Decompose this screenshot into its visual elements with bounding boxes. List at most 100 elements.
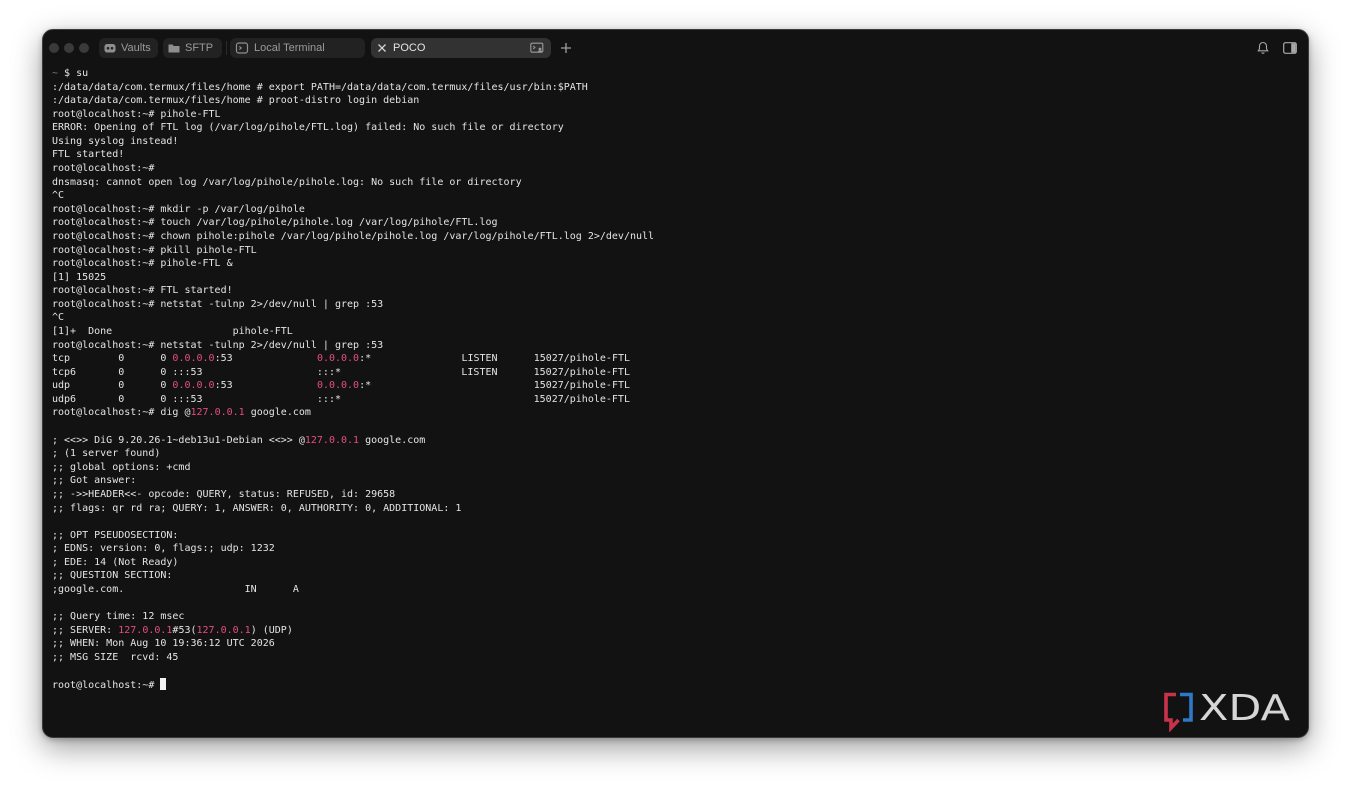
terminal-text: ^C (52, 190, 65, 202)
terminal-line: ; <<>> DiG 9.20.26-1~deb13u1-Debian <<>>… (52, 434, 1292, 448)
terminal-line: Using syslog instead! (52, 135, 1292, 149)
terminal-line: ;; OPT PSEUDOSECTION: (52, 529, 1292, 543)
terminal-line: ;; MSG SIZE rcvd: 45 (52, 651, 1292, 665)
sidebar-toggle-icon[interactable] (1283, 42, 1297, 54)
vault-icon (103, 41, 117, 55)
terminal-text: :53 (214, 380, 317, 392)
terminal-line: root@localhost:~# mkdir -p /var/log/piho… (52, 203, 1292, 217)
terminal-text: ;; OPT PSEUDOSECTION: (52, 529, 179, 541)
terminal-line: FTL started! (52, 148, 1292, 162)
terminal-line: ;; WHEN: Mon Aug 10 19:36:12 UTC 2026 (52, 637, 1292, 651)
terminal-text: ; <<>> DiG 9.20.26-1~deb13u1-Debian <<>>… (52, 434, 305, 446)
xda-bracket-icon (1164, 692, 1193, 732)
terminal-text: :/data/data/com.termux/files/home # proo… (52, 95, 420, 107)
terminal-line: tcp 0 0 0.0.0.0:53 0.0.0.0:* LISTEN 1502… (52, 352, 1292, 366)
terminal-text: ;; global options: +cmd (52, 461, 191, 473)
terminal-text: root@localhost:~# touch /var/log/pihole/… (52, 217, 498, 229)
terminal-text: root@localhost:~# netstat -tulnp 2>/dev/… (52, 339, 384, 351)
terminal-text: root@localhost:~# pihole-FTL (52, 108, 221, 120)
xda-logo: XDA (1164, 688, 1290, 732)
terminal-line: ;google.com. IN A (52, 583, 1292, 597)
terminal-text: #53( (172, 624, 197, 636)
terminal-line: root@localhost:~# pihole-FTL & (52, 257, 1292, 271)
terminal-line: tcp6 0 0 :::53 :::* LISTEN 15027/pihole-… (52, 366, 1292, 380)
xda-wordmark: XDA (1199, 688, 1290, 729)
terminal-text: root@localhost:~# chown pihole:pihole /v… (52, 230, 655, 242)
terminal-text: ;; MSG SIZE rcvd: 45 (52, 651, 179, 663)
terminal-line: ;; QUESTION SECTION: (52, 569, 1292, 583)
terminal-line: [1]+ Done pihole-FTL (52, 325, 1292, 339)
tab-sftp[interactable]: SFTP (163, 38, 222, 58)
terminal-line: root@localhost:~# netstat -tulnp 2>/dev/… (52, 298, 1292, 312)
bell-icon[interactable] (1257, 41, 1269, 55)
terminal-text: [1] 15025 (52, 271, 107, 283)
terminal-line: udp 0 0 0.0.0.0:53 0.0.0.0:* 15027/pihol… (52, 379, 1292, 393)
terminal-text: udp6 0 0 :::53 :::* 15027/pihole-FTL (52, 393, 630, 405)
terminal-window: Vaults SFTP Local Terminal POCO ~ $ su:… (42, 29, 1309, 738)
terminal-line: root@localhost:~# touch /var/log/pihole/… (52, 216, 1292, 230)
terminal-text: root@localhost:~# mkdir -p /var/log/piho… (52, 203, 305, 215)
terminal-text: ;; SERVER: (52, 624, 119, 636)
terminal-line: root@localhost:~# FTL started! (52, 284, 1292, 298)
tab-label: POCO (393, 42, 426, 54)
terminal-line: ;; Got answer: (52, 474, 1292, 488)
ip-address: 127.0.0.1 (118, 624, 173, 636)
terminal-text: ^C (52, 312, 65, 324)
terminal-text: $ su (58, 68, 89, 79)
ip-address: 127.0.0.1 (196, 624, 251, 636)
ip-address: 0.0.0.0 (316, 353, 360, 365)
tab-divider (226, 41, 227, 55)
terminal-text: google.com (244, 407, 311, 419)
terminal-line: root@localhost:~# pkill pihole-FTL (52, 244, 1292, 258)
terminal-line: ; (1 server found) (52, 447, 1292, 461)
terminal-text: ;; flags: qr rd ra; QUERY: 1, ANSWER: 0,… (52, 502, 462, 514)
terminal-text: root@localhost:~# (52, 163, 155, 175)
terminal-line: udp6 0 0 :::53 :::* 15027/pihole-FTL (52, 393, 1292, 407)
tab-label: SFTP (185, 42, 214, 54)
window-minimize-button[interactable] (64, 43, 74, 53)
terminal-line: root@localhost:~# (52, 162, 1292, 176)
plus-icon[interactable] (560, 42, 572, 54)
ip-address: 0.0.0.0 (316, 380, 360, 392)
terminal-text: :* 15027/pihole-FTL (359, 380, 631, 392)
terminal-text: [1]+ Done pihole-FTL (52, 325, 293, 337)
terminal-text: FTL started! (52, 149, 125, 161)
window-close-button[interactable] (49, 43, 59, 53)
terminal-text: root@localhost:~# netstat -tulnp 2>/dev/… (52, 298, 384, 310)
terminal-text: :53 (214, 353, 317, 365)
terminal-text: :/data/data/com.termux/files/home # expo… (52, 81, 588, 93)
ip-address: 0.0.0.0 (172, 380, 215, 392)
terminal-line: ;; flags: qr rd ra; QUERY: 1, ANSWER: 0,… (52, 502, 1292, 516)
terminal-line: ;; Query time: 12 msec (52, 610, 1292, 624)
tab-poco[interactable]: POCO (371, 38, 551, 58)
terminal-line: ~ $ su (52, 67, 1292, 81)
terminal-text: :* LISTEN 15027/pihole-FTL (359, 353, 631, 365)
terminal-line: root@localhost:~# (52, 678, 1292, 692)
terminal-line: root@localhost:~# chown pihole:pihole /v… (52, 230, 1292, 244)
terminal-line: ;; global options: +cmd (52, 461, 1292, 475)
terminal-line: ; EDNS: version: 0, flags:; udp: 1232 (52, 542, 1292, 556)
terminal-text: ;; WHEN: Mon Aug 10 19:36:12 UTC 2026 (52, 638, 275, 650)
terminal-text: google.com (359, 434, 426, 446)
terminal-line: :/data/data/com.termux/files/home # proo… (52, 94, 1292, 108)
terminal-text: ;; QUESTION SECTION: (52, 570, 173, 582)
close-icon[interactable] (375, 41, 389, 55)
terminal-line: ^C (52, 189, 1292, 203)
terminal-text: root@localhost:~# pihole-FTL & (52, 258, 233, 270)
terminal-text: root@localhost:~# FTL started! (52, 285, 233, 297)
terminal-text: Using syslog instead! (52, 135, 179, 147)
terminal-line: ;; ->>HEADER<<- opcode: QUERY, status: R… (52, 488, 1292, 502)
terminal-line: ; EDE: 14 (Not Ready) (52, 556, 1292, 570)
terminal-text: udp 0 0 (52, 380, 173, 392)
window-zoom-button[interactable] (79, 43, 89, 53)
tab-local-terminal[interactable]: Local Terminal (230, 38, 365, 58)
tab-vaults[interactable]: Vaults (99, 38, 158, 58)
terminal-output[interactable]: ~ $ su:/data/data/com.termux/files/home … (52, 67, 1292, 727)
terminal-icon (235, 41, 249, 55)
terminal-text: tcp6 0 0 :::53 :::* LISTEN 15027/pihole-… (52, 366, 630, 378)
folder-icon (167, 41, 181, 55)
